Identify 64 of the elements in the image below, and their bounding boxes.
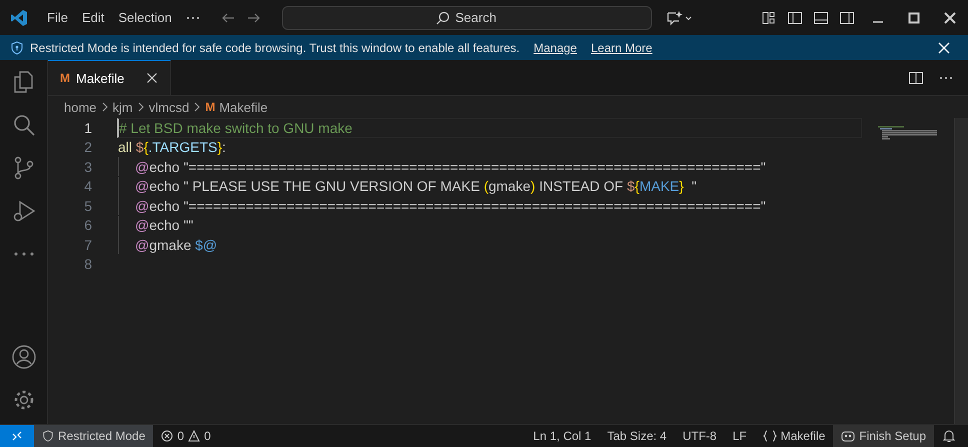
line-number: 7: [83, 236, 92, 253]
code-line: @echo "======================================================================": [135, 158, 766, 175]
layout-icon[interactable]: [761, 10, 777, 26]
remote-icon[interactable]: [0, 425, 34, 447]
line-number: 3: [83, 158, 92, 175]
breadcrumb-item[interactable]: vlmcsd: [148, 100, 190, 114]
breadcrumb-item[interactable]: home: [64, 100, 97, 114]
chevron-icon: [193, 102, 202, 112]
problems-status[interactable]: 0 0: [153, 425, 219, 447]
restricted-mode-status[interactable]: Restricted Mode: [34, 425, 154, 447]
panel-toggle-icon[interactable]: [813, 10, 829, 26]
breadcrumb-item[interactable]: kjm: [112, 100, 133, 114]
line-number: 8: [83, 256, 92, 272]
chevron-icon: [100, 102, 109, 112]
line-number: 4: [83, 178, 92, 194]
line-number: 5: [83, 198, 92, 214]
status-item[interactable]: UTF-8: [674, 425, 725, 447]
line-number: 2: [83, 139, 92, 156]
search-icon: [436, 10, 450, 24]
banner-link[interactable]: Manage: [534, 40, 577, 54]
menu-item[interactable]: Edit: [74, 10, 112, 25]
sidebar-toggle-icon[interactable]: [787, 10, 803, 26]
chevron-icon: [136, 102, 145, 112]
line-number: 6: [83, 217, 92, 234]
split-editor-icon[interactable]: [908, 70, 924, 86]
files-icon[interactable]: [12, 70, 36, 94]
search-icon[interactable]: [12, 113, 36, 137]
code-line: @gmake $@: [135, 236, 218, 253]
warning-icon: [188, 430, 200, 442]
search-field[interactable]: Search: [282, 6, 652, 30]
shield-icon: [42, 430, 54, 442]
code-line: @echo "": [135, 217, 194, 234]
menu-item[interactable]: Selection: [111, 10, 179, 25]
close-icon[interactable]: [943, 10, 957, 24]
scrollbar[interactable]: [954, 118, 968, 424]
status-item[interactable]: LF: [724, 425, 755, 447]
shield-icon: [10, 40, 24, 54]
bell-icon[interactable]: [942, 429, 956, 443]
line-number: 1: [83, 120, 92, 136]
status-item[interactable]: Tab Size: 4: [599, 425, 675, 447]
language-status[interactable]: Makefile: [754, 425, 834, 447]
account-icon[interactable]: [12, 345, 36, 369]
banner-message: Restricted Mode is intended for safe code browsing. Trust this window to enable all features.: [30, 40, 520, 54]
code-line: @echo " PLEASE USE THE GNU VERSION OF MAKE (gmake) INSTEAD OF ${MAKE} ": [135, 178, 697, 194]
status-item[interactable]: Ln 1, Col 1: [525, 425, 600, 447]
chat-sparkle-icon[interactable]: [666, 10, 692, 26]
menu-item[interactable]: File: [40, 10, 75, 25]
code-line: all ${.TARGETS}:: [118, 139, 226, 156]
run-debug-icon[interactable]: [12, 199, 36, 223]
banner-link[interactable]: Learn More: [590, 40, 652, 54]
editor-tab[interactable]: M Makefile: [48, 60, 172, 95]
error-icon: [161, 430, 174, 442]
makefile-icon: M: [205, 100, 216, 114]
app-logo-icon[interactable]: [10, 8, 28, 26]
close-icon[interactable]: [146, 72, 158, 84]
finish-setup-button[interactable]: Finish Setup: [833, 425, 934, 447]
code-line: # Let BSD make switch to GNU make: [119, 120, 352, 136]
code-line: @echo "======================================================================": [135, 198, 766, 214]
maximize-icon[interactable]: [907, 10, 921, 24]
braces-icon: [762, 430, 777, 442]
secondary-sidebar-icon[interactable]: [839, 10, 855, 26]
robot-icon: [841, 430, 856, 442]
breadcrumb-item[interactable]: Makefile: [219, 100, 268, 114]
makefile-icon: M: [60, 71, 70, 85]
